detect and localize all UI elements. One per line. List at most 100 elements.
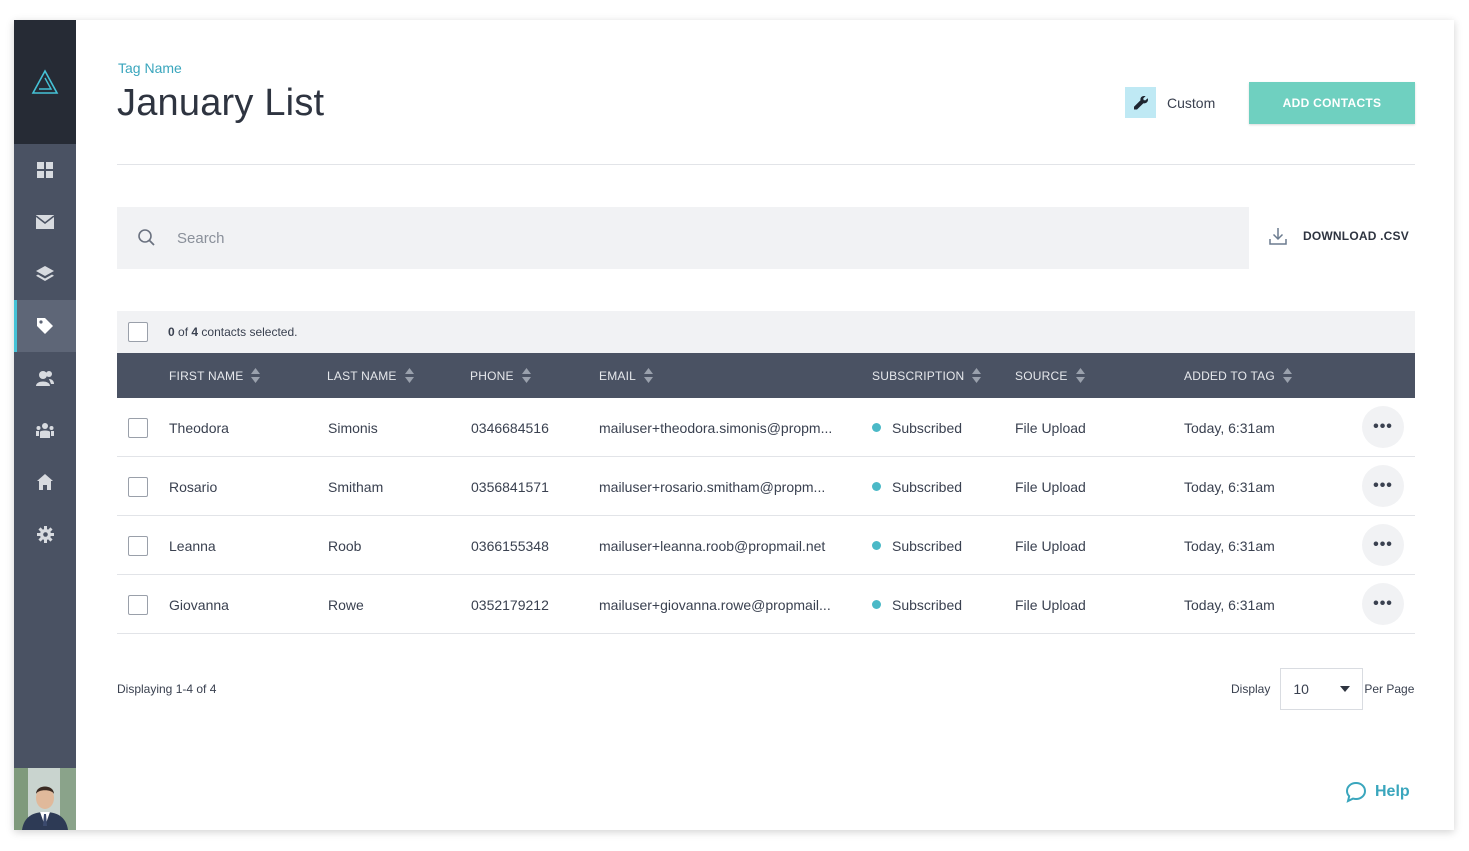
column-header-email[interactable]: EMAIL	[599, 353, 654, 398]
column-header-last-name[interactable]: LAST NAME	[327, 353, 414, 398]
column-header-source[interactable]: SOURCE	[1015, 353, 1085, 398]
cell-text: Roob	[328, 537, 362, 554]
search-bar[interactable]	[117, 207, 1249, 269]
more-options-button[interactable]: •••	[1362, 465, 1404, 507]
help-button[interactable]: Help	[1345, 781, 1410, 803]
custom-button[interactable]: Custom	[1125, 87, 1215, 118]
status-dot-icon	[872, 600, 881, 609]
search-input[interactable]	[177, 229, 1077, 247]
cell-subscription: Subscribed	[872, 457, 962, 516]
sidebar-item-mail[interactable]	[14, 196, 76, 248]
sort-icon	[521, 368, 531, 383]
cell-email: mailuser+giovanna.rowe@propmail...	[599, 575, 831, 634]
cell-text: 0346684516	[471, 419, 549, 436]
header-divider	[117, 164, 1415, 165]
breadcrumb[interactable]: Tag Name	[118, 60, 182, 76]
cell-text: Theodora	[169, 419, 229, 436]
sidebar-item-tags[interactable]	[14, 300, 76, 352]
row-checkbox[interactable]	[128, 595, 148, 615]
wrench-icon-box	[1125, 87, 1156, 118]
table-header: FIRST NAME LAST NAME PHONE EMAIL SUBSCRIPTIO…	[117, 353, 1415, 398]
per-page-select[interactable]: 10	[1280, 668, 1364, 710]
sort-icon	[404, 368, 414, 383]
cell-text: 0366155348	[471, 537, 549, 554]
row-checkbox[interactable]	[128, 477, 148, 497]
add-contacts-button[interactable]: ADD CONTACTS	[1249, 82, 1415, 124]
cell-text: Today, 6:31am	[1184, 478, 1275, 495]
display-label: Display	[1231, 682, 1271, 696]
cell-text: Today, 6:31am	[1184, 596, 1275, 613]
chat-bubble-icon	[1345, 781, 1367, 803]
main-content: Tag Name January List Custom ADD CONTACT…	[76, 20, 1454, 830]
more-options-button[interactable]: •••	[1362, 524, 1404, 566]
wrench-icon	[1133, 95, 1148, 109]
column-label: PHONE	[470, 368, 514, 383]
cell-email: mailuser+leanna.roob@propmail.net	[599, 516, 825, 575]
sidebar-item-layers[interactable]	[14, 248, 76, 300]
cell-phone: 0346684516	[471, 398, 549, 457]
cell-text: Rowe	[328, 596, 364, 613]
select-all-checkbox[interactable]	[128, 322, 148, 342]
table-row[interactable]: Theodora Simonis 0346684516 mailuser+theodo…	[117, 398, 1415, 457]
layers-icon	[36, 266, 54, 281]
cell-text: Subscribed	[892, 419, 963, 436]
cell-added-to-tag: Today, 6:31am	[1184, 575, 1275, 634]
more-options-button[interactable]: •••	[1362, 583, 1404, 625]
cell-text: Leanna	[169, 537, 216, 554]
avatar[interactable]	[14, 768, 76, 830]
table-row[interactable]: Rosario Smitham 0356841571 mailuser+rosario…	[117, 457, 1415, 516]
status-dot-icon	[872, 541, 881, 550]
cell-text: Smitham	[328, 478, 384, 495]
cell-added-to-tag: Today, 6:31am	[1184, 457, 1275, 516]
column-header-phone[interactable]: PHONE	[470, 353, 531, 398]
cell-text: File Upload	[1015, 537, 1086, 554]
team-icon	[36, 423, 54, 438]
envelope-icon	[36, 215, 54, 229]
selection-count: 0 of 4 contacts selected.	[168, 325, 298, 339]
cell-text: Simonis	[328, 419, 378, 436]
table-row[interactable]: Leanna Roob 0366155348 mailuser+leanna.roob…	[117, 516, 1415, 575]
cell-first-name: Theodora	[169, 398, 229, 457]
cell-first-name: Giovanna	[169, 575, 229, 634]
cell-last-name: Rowe	[328, 575, 364, 634]
column-label: EMAIL	[599, 368, 637, 383]
column-label: LAST NAME	[327, 368, 397, 383]
sort-icon	[1282, 368, 1292, 383]
sidebar	[14, 20, 76, 830]
sidebar-item-team[interactable]	[14, 404, 76, 456]
row-checkbox[interactable]	[128, 536, 148, 556]
download-icon	[1269, 228, 1287, 245]
cell-text: Subscribed	[892, 596, 963, 613]
cell-text: mailuser+leanna.roob@propmail.net	[599, 537, 826, 554]
cell-text: mailuser+theodora.simonis@propm...	[599, 419, 833, 436]
column-header-added-to-tag[interactable]: ADDED TO TAG	[1184, 353, 1292, 398]
download-csv-button[interactable]: DOWNLOAD .CSV	[1269, 227, 1409, 245]
cell-first-name: Rosario	[169, 457, 217, 516]
logo[interactable]	[14, 20, 76, 144]
cell-phone: 0366155348	[471, 516, 549, 575]
cell-last-name: Simonis	[328, 398, 378, 457]
sidebar-item-contacts[interactable]	[14, 352, 76, 404]
status-dot-icon	[872, 423, 881, 432]
chevron-down-icon	[1340, 686, 1351, 692]
triangle-logo-icon	[31, 69, 59, 94]
sidebar-item-properties[interactable]	[14, 456, 76, 508]
sort-icon	[972, 368, 982, 383]
sort-icon	[644, 368, 654, 383]
gear-icon	[36, 525, 54, 543]
cell-subscription: Subscribed	[872, 575, 962, 634]
cell-source: File Upload	[1015, 575, 1086, 634]
sidebar-item-dashboard[interactable]	[14, 144, 76, 196]
cell-text: mailuser+rosario.smitham@propm...	[599, 478, 826, 495]
cell-text: Rosario	[169, 478, 218, 495]
cell-added-to-tag: Today, 6:31am	[1184, 398, 1275, 457]
more-options-button[interactable]: •••	[1362, 406, 1404, 448]
row-checkbox[interactable]	[128, 418, 148, 438]
table-row[interactable]: Giovanna Rowe 0352179212 mailuser+giovanna.…	[117, 575, 1415, 634]
sidebar-item-settings[interactable]	[14, 508, 76, 560]
per-page-label: Per Page	[1364, 682, 1415, 696]
column-header-subscription[interactable]: SUBSCRIPTION	[872, 353, 982, 398]
column-header-first-name[interactable]: FIRST NAME	[169, 353, 261, 398]
cell-phone: 0356841571	[471, 457, 549, 516]
cell-email: mailuser+theodora.simonis@propm...	[599, 398, 832, 457]
